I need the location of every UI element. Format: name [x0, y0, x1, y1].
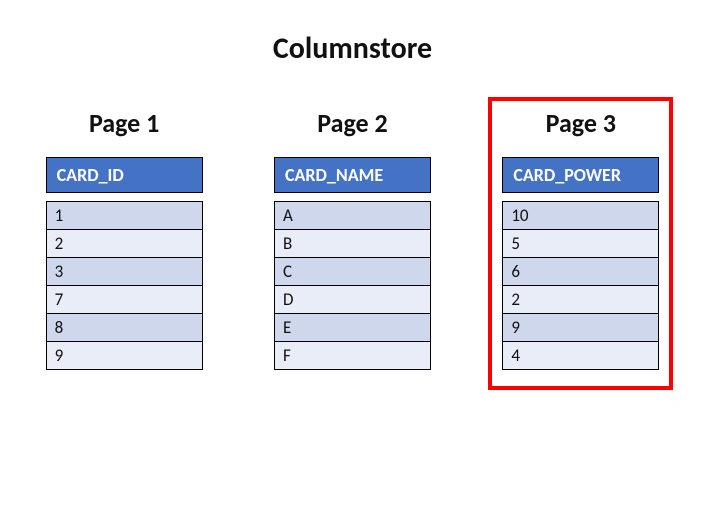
table-cell: 2 — [502, 286, 659, 314]
page-3-cells: 10 5 6 2 9 4 — [502, 201, 659, 370]
page-2-label: Page 2 — [274, 107, 431, 139]
table-cell: 10 — [502, 201, 659, 230]
page-2: Page 2 CARD_NAME A B C D E F — [260, 97, 445, 390]
table-cell: B — [274, 230, 431, 258]
table-cell: 3 — [46, 258, 203, 286]
page-1: Page 1 CARD_ID 1 2 3 7 8 9 — [32, 97, 217, 390]
page-3: Page 3 CARD_POWER 10 5 6 2 9 4 — [488, 97, 673, 390]
page-1-header: CARD_ID — [46, 157, 203, 193]
table-cell: 9 — [502, 314, 659, 342]
table-cell: 5 — [502, 230, 659, 258]
table-cell: D — [274, 286, 431, 314]
table-cell: 6 — [502, 258, 659, 286]
table-cell: 9 — [46, 342, 203, 370]
table-cell: 2 — [46, 230, 203, 258]
table-cell: A — [274, 201, 431, 230]
page-3-header: CARD_POWER — [502, 157, 659, 193]
table-cell: 1 — [46, 201, 203, 230]
page-1-label: Page 1 — [46, 107, 203, 139]
pages-container: Page 1 CARD_ID 1 2 3 7 8 9 Page 2 CARD_N… — [20, 97, 685, 390]
table-cell: E — [274, 314, 431, 342]
table-cell: F — [274, 342, 431, 370]
page-2-cells: A B C D E F — [274, 201, 431, 370]
table-cell: C — [274, 258, 431, 286]
page-2-header: CARD_NAME — [274, 157, 431, 193]
page-3-label: Page 3 — [502, 107, 659, 139]
diagram-title: Columnstore — [20, 30, 685, 67]
table-cell: 8 — [46, 314, 203, 342]
table-cell: 7 — [46, 286, 203, 314]
table-cell: 4 — [502, 342, 659, 370]
page-1-cells: 1 2 3 7 8 9 — [46, 201, 203, 370]
